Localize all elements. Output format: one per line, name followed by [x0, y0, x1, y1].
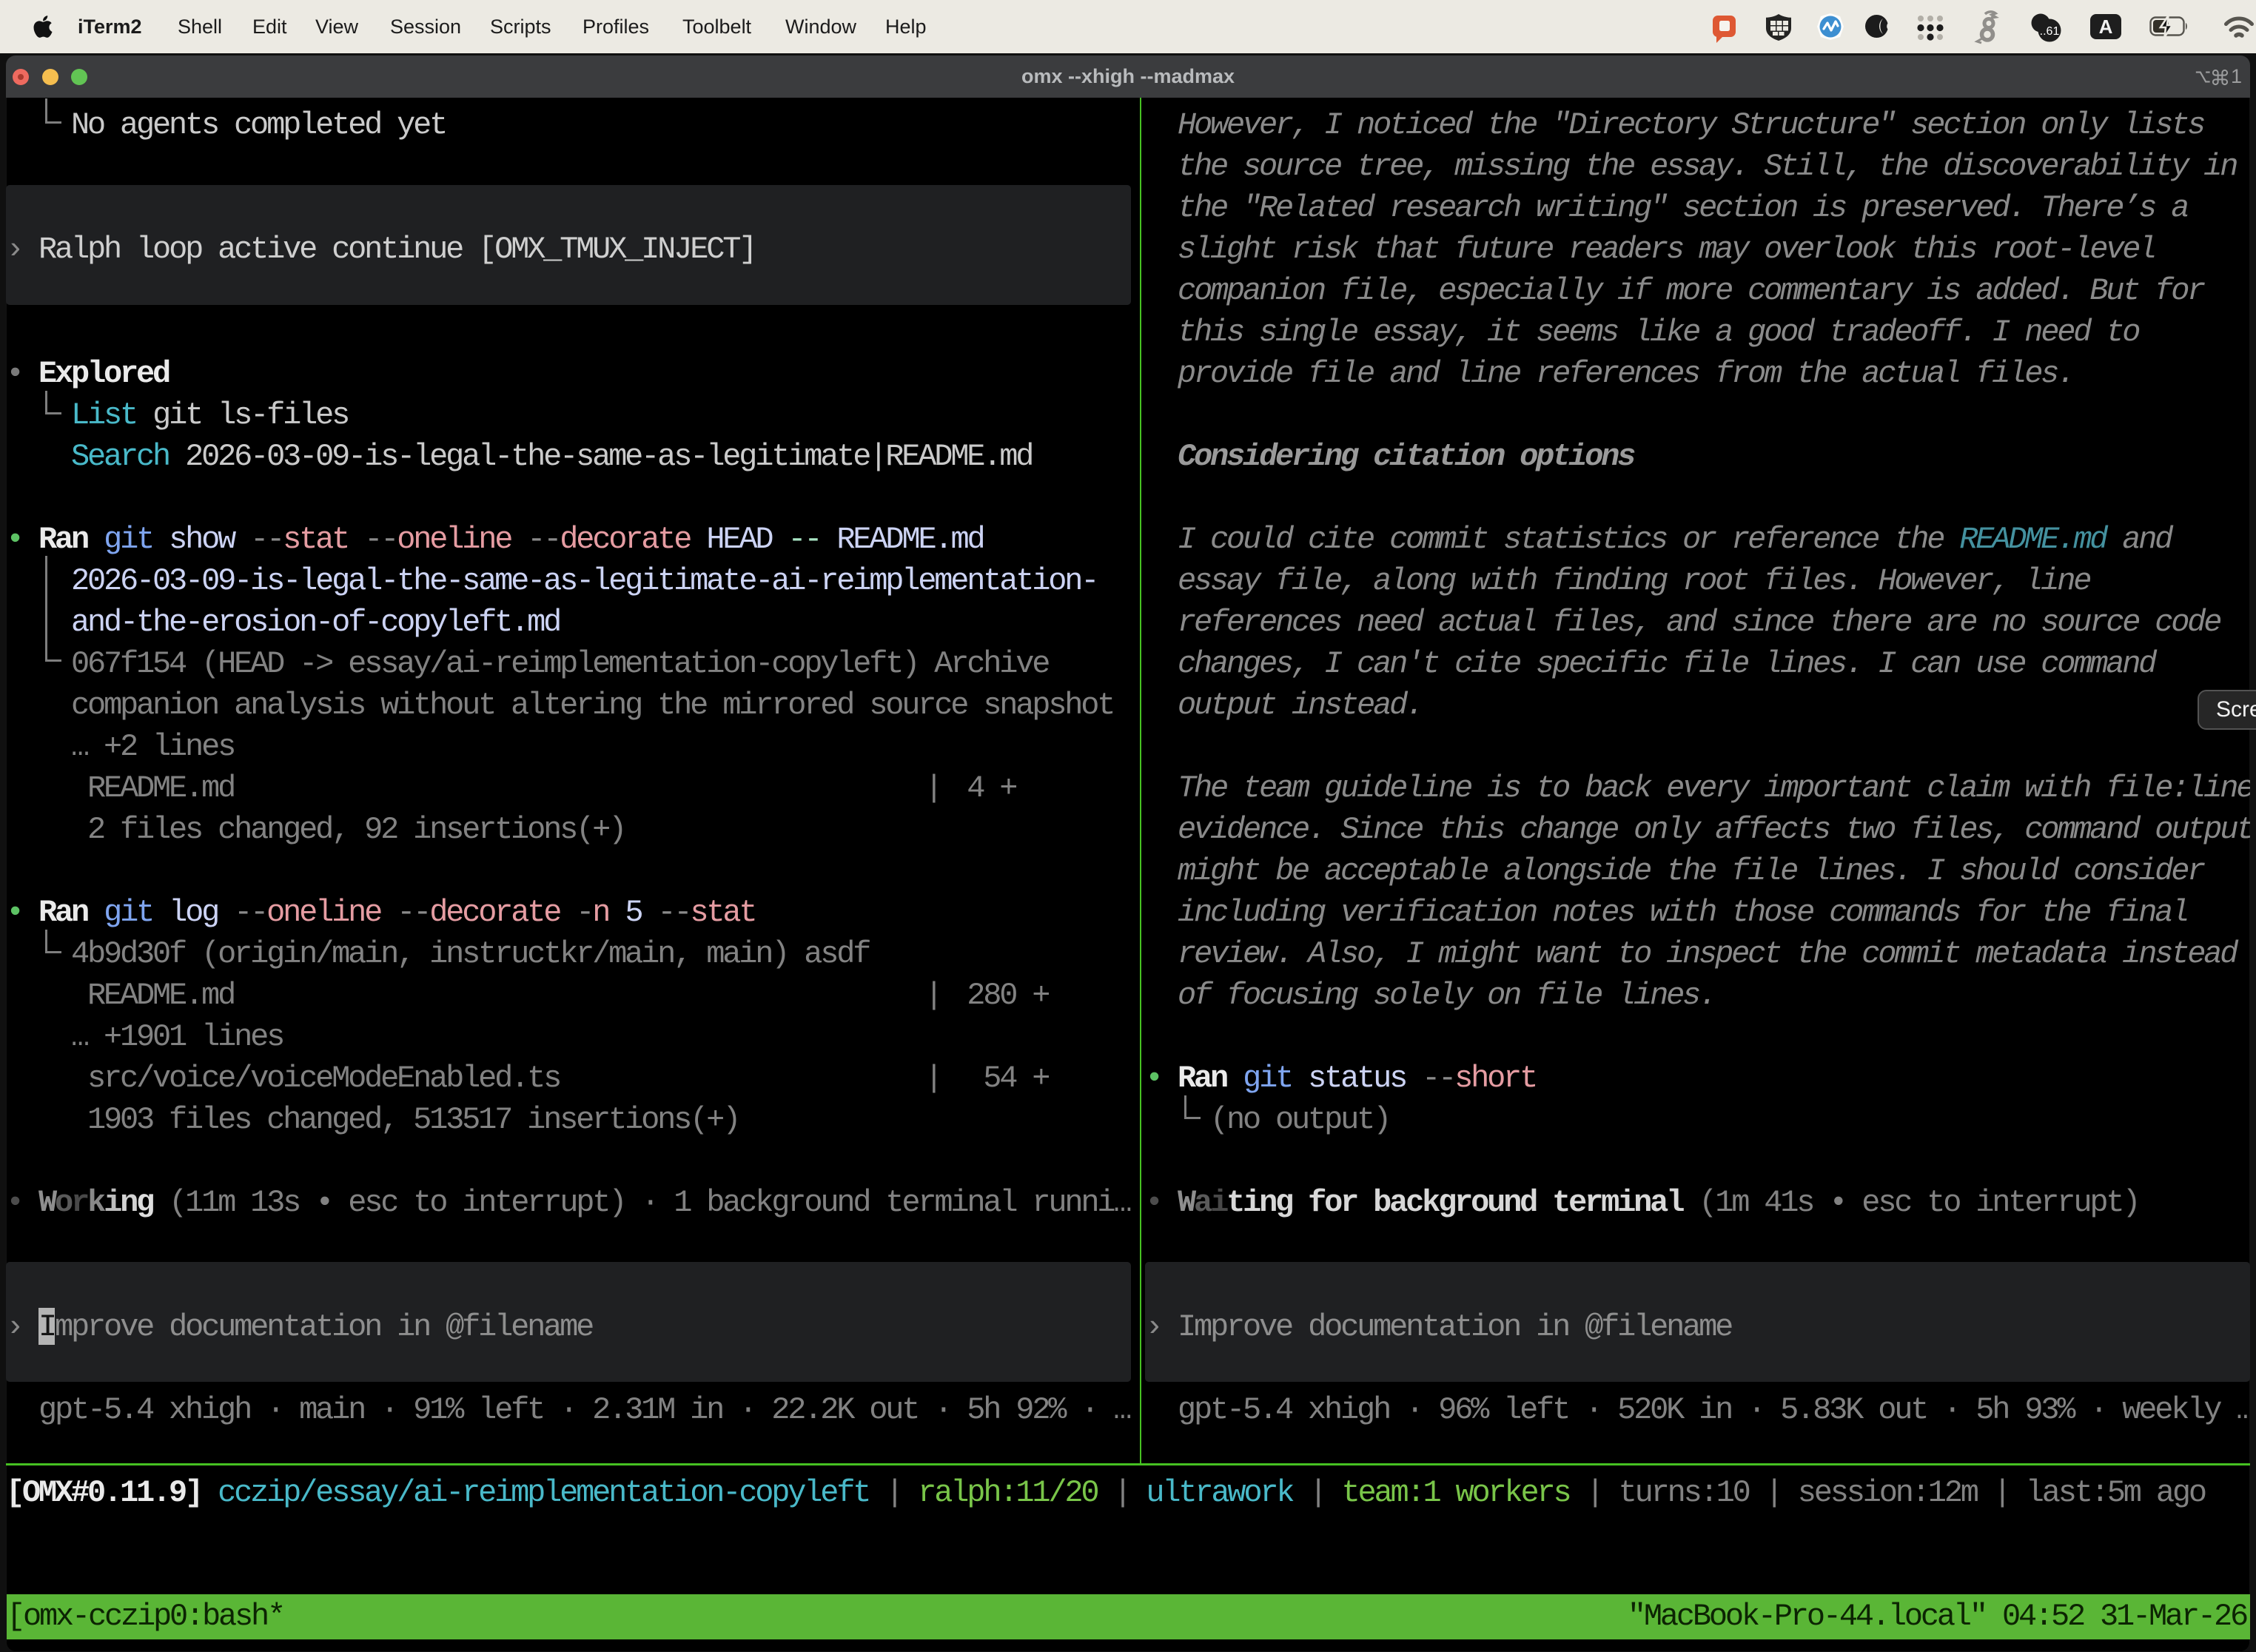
svg-text:..61: ..61 — [2040, 25, 2060, 38]
svg-text:A: A — [2099, 16, 2113, 38]
